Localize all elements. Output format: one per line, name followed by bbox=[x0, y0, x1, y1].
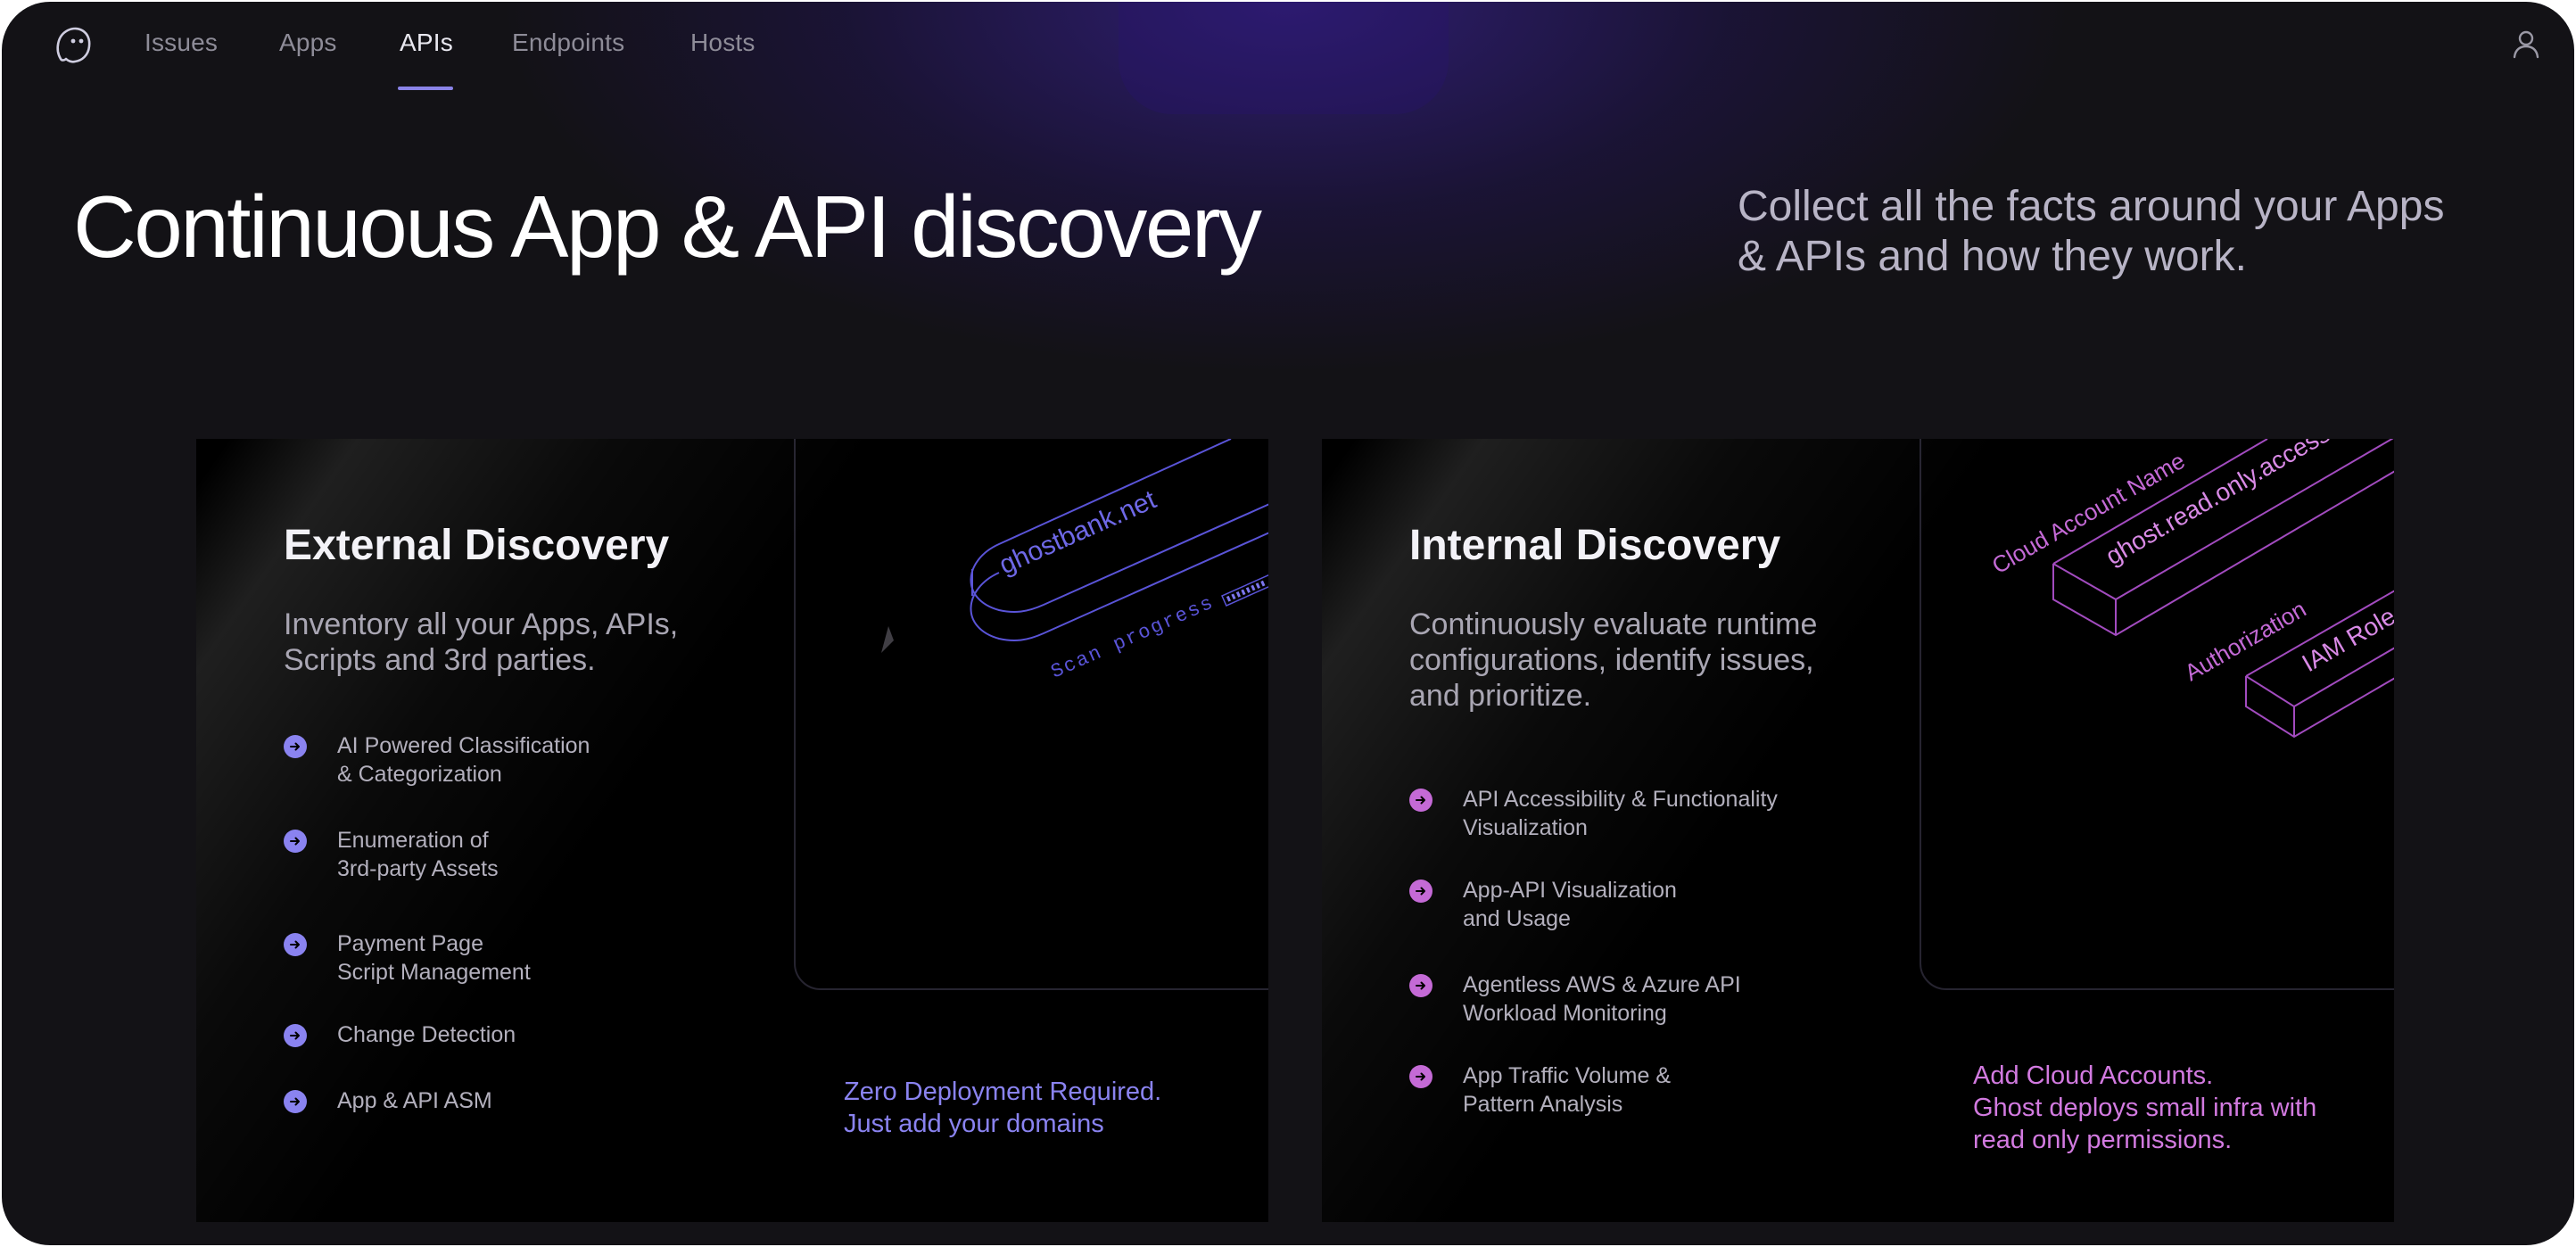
feature-item: App-API Visualization and Usage bbox=[1409, 876, 1677, 933]
internal-discovery-card[interactable]: Cloud Account Name ghost.read.only.acces… bbox=[1322, 439, 2394, 1222]
arrow-right-icon bbox=[284, 933, 307, 956]
feature-item: AI Powered Classification & Categorizati… bbox=[284, 731, 590, 789]
arrow-right-icon bbox=[284, 1024, 307, 1047]
scan-progress-label: Scan progress bbox=[1048, 591, 1218, 683]
feature-item: Enumeration of 3rd-party Assets bbox=[284, 826, 499, 883]
user-icon[interactable] bbox=[2508, 27, 2544, 62]
feature-text: App & API ASM bbox=[337, 1088, 492, 1113]
feature-text: Payment Page Script Management bbox=[337, 931, 531, 985]
role-label: IAM Role bbox=[2298, 602, 2395, 677]
arrow-right-icon bbox=[284, 735, 307, 758]
nav-notch bbox=[1119, 2, 1449, 114]
access-label: ghost.read.only.access bbox=[2101, 439, 2335, 570]
arrow-right-icon bbox=[1409, 1065, 1432, 1088]
auth-label: Authorization bbox=[2180, 595, 2310, 686]
nav-tab-endpoints[interactable]: Endpoints bbox=[512, 29, 624, 57]
nav-tab-issues[interactable]: Issues bbox=[144, 29, 218, 57]
feature-item: Change Detection bbox=[284, 1020, 516, 1049]
internal-description: Continuously evaluate runtime configurat… bbox=[1409, 607, 1818, 713]
feature-text: AI Powered Classification & Categorizati… bbox=[337, 733, 590, 787]
feature-item: App Traffic Volume & Pattern Analysis bbox=[1409, 1061, 1671, 1119]
top-nav: Issues Apps APIs Endpoints Hosts bbox=[2, 2, 2574, 114]
active-tab-indicator bbox=[398, 87, 453, 90]
nav-tab-apps[interactable]: Apps bbox=[279, 29, 337, 57]
domain-scan-illustration: ghostbank.net Scan progress bbox=[881, 439, 1268, 683]
domain-label: ghostbank.net bbox=[995, 484, 1160, 580]
arrow-right-icon bbox=[1409, 974, 1432, 997]
feature-item: Payment Page Script Management bbox=[284, 929, 531, 987]
page-title: Continuous App & API discovery bbox=[73, 178, 1262, 276]
page-subtitle: Collect all the facts around your Apps &… bbox=[1738, 183, 2445, 280]
internal-note: Add Cloud Accounts. Ghost deploys small … bbox=[1973, 1061, 2317, 1154]
feature-text: Enumeration of 3rd-party Assets bbox=[337, 828, 499, 881]
ghost-logo-icon[interactable] bbox=[48, 20, 98, 70]
nav-tab-hosts[interactable]: Hosts bbox=[690, 29, 755, 57]
feature-text: Change Detection bbox=[337, 1022, 516, 1047]
feature-item: Agentless AWS & Azure API Workload Monit… bbox=[1409, 970, 1741, 1028]
feature-item: App & API ASM bbox=[284, 1086, 492, 1115]
external-description: Inventory all your Apps, APIs, Scripts a… bbox=[284, 607, 679, 677]
arrow-right-icon bbox=[284, 1090, 307, 1113]
feature-text: App-API Visualization and Usage bbox=[1463, 878, 1677, 931]
app-window: Issues Apps APIs Endpoints Hosts Continu… bbox=[2, 2, 2574, 1245]
arrow-right-icon bbox=[1409, 880, 1432, 903]
scan-progress-bar bbox=[1221, 569, 1268, 607]
external-note: Zero Deployment Required. Just add your … bbox=[844, 1078, 1162, 1138]
nav-tab-apis[interactable]: APIs bbox=[400, 29, 453, 57]
cloud-account-illustration: Cloud Account Name ghost.read.only.acces… bbox=[1987, 439, 2395, 739]
feature-text: Agentless AWS & Azure API Workload Monit… bbox=[1463, 972, 1741, 1026]
arrow-right-icon bbox=[284, 830, 307, 853]
external-title: External Discovery bbox=[284, 522, 670, 569]
arrow-right-icon bbox=[1409, 789, 1432, 812]
feature-text: App Traffic Volume & Pattern Analysis bbox=[1463, 1063, 1671, 1117]
feature-item: API Accessibility & Functionality Visual… bbox=[1409, 785, 1778, 842]
internal-title: Internal Discovery bbox=[1409, 522, 1781, 569]
external-discovery-card[interactable]: ghostbank.net Scan progress External Dis… bbox=[196, 439, 1268, 1222]
feature-text: API Accessibility & Functionality Visual… bbox=[1463, 787, 1778, 840]
